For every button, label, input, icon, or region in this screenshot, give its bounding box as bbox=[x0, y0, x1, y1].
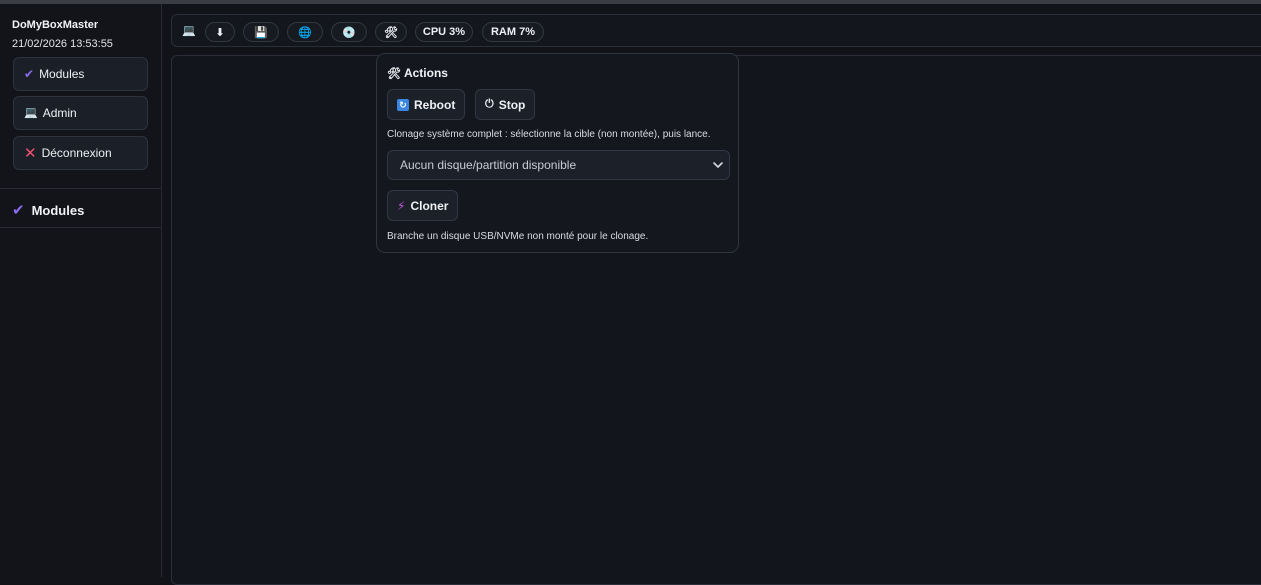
app-name: DoMyBoxMaster bbox=[12, 19, 99, 31]
ram-usage-badge: RAM 7% bbox=[482, 22, 544, 42]
tools-icon: 🛠 bbox=[387, 67, 401, 80]
check-icon: ✔ bbox=[24, 67, 35, 81]
sidebar-divider bbox=[0, 188, 161, 189]
top-toolbar: 💻 ⬇ 💾 🌐 💿 🛠 CPU 3% RAM 7% bbox=[171, 14, 1261, 47]
save-button[interactable]: 💾 bbox=[243, 22, 279, 42]
clone-icon: ⚡ bbox=[397, 198, 406, 213]
admin-button-label: Admin bbox=[42, 106, 77, 120]
globe-icon: 🌐 bbox=[298, 26, 312, 39]
actions-popover: 🛠 Actions ↻ Reboot ⏻ Stop Clonage systèm… bbox=[376, 53, 739, 253]
download-icon: ⬇ bbox=[215, 26, 225, 39]
actions-button[interactable]: 🛠 bbox=[375, 22, 407, 42]
computer-icon: 💻 bbox=[24, 106, 38, 119]
sidebar: DoMyBoxMaster 21/02/2026 13:53:55 ✔ Modu… bbox=[0, 4, 162, 577]
power-icon: ⏻ bbox=[485, 98, 494, 110]
stop-button[interactable]: ⏻ Stop bbox=[475, 89, 536, 120]
reboot-button[interactable]: ↻ Reboot bbox=[387, 89, 466, 120]
close-icon: ✕ bbox=[24, 144, 37, 162]
chevron-down-icon bbox=[713, 162, 723, 168]
target-disk-select[interactable]: Aucun disque/partition disponible bbox=[387, 150, 730, 180]
reboot-icon: ↻ bbox=[397, 98, 409, 111]
logout-button[interactable]: ✕ Déconnexion bbox=[13, 136, 148, 170]
cloner-button-label: Cloner bbox=[410, 198, 449, 213]
sidebar-divider bbox=[0, 227, 161, 228]
tools-icon: 🛠 bbox=[384, 26, 398, 39]
admin-button[interactable]: 💻 Admin bbox=[13, 96, 148, 130]
sidebar-item-modules[interactable]: ✔ Modules bbox=[12, 201, 84, 219]
cpu-usage-badge: CPU 3% bbox=[415, 22, 473, 42]
reboot-button-label: Reboot bbox=[414, 97, 456, 112]
clone-hint-text: Clonage système complet : sélectionne la… bbox=[387, 129, 711, 140]
actions-title: 🛠 Actions bbox=[387, 66, 448, 80]
stop-button-label: Stop bbox=[498, 97, 526, 112]
check-icon: ✔ bbox=[12, 202, 25, 219]
window-top-strip bbox=[0, 0, 1261, 4]
save-icon: 💾 bbox=[254, 26, 268, 39]
sidebar-section-label: Modules bbox=[31, 202, 85, 218]
modules-button[interactable]: ✔ Modules bbox=[13, 57, 148, 91]
current-datetime: 21/02/2026 13:53:55 bbox=[12, 38, 113, 50]
logout-button-label: Déconnexion bbox=[41, 146, 112, 160]
disc-icon: 💿 bbox=[342, 26, 356, 39]
disc-button[interactable]: 💿 bbox=[331, 22, 367, 42]
computer-icon[interactable]: 💻 bbox=[182, 24, 196, 37]
modules-button-label: Modules bbox=[39, 67, 85, 81]
clone-footer-hint: Branche un disque USB/NVMe non monté pou… bbox=[387, 231, 649, 242]
network-button[interactable]: 🌐 bbox=[287, 22, 323, 42]
actions-title-label: Actions bbox=[403, 66, 448, 80]
cloner-button[interactable]: ⚡ Cloner bbox=[387, 190, 459, 221]
download-button[interactable]: ⬇ bbox=[205, 22, 235, 42]
target-disk-select-value: Aucun disque/partition disponible bbox=[400, 158, 577, 172]
